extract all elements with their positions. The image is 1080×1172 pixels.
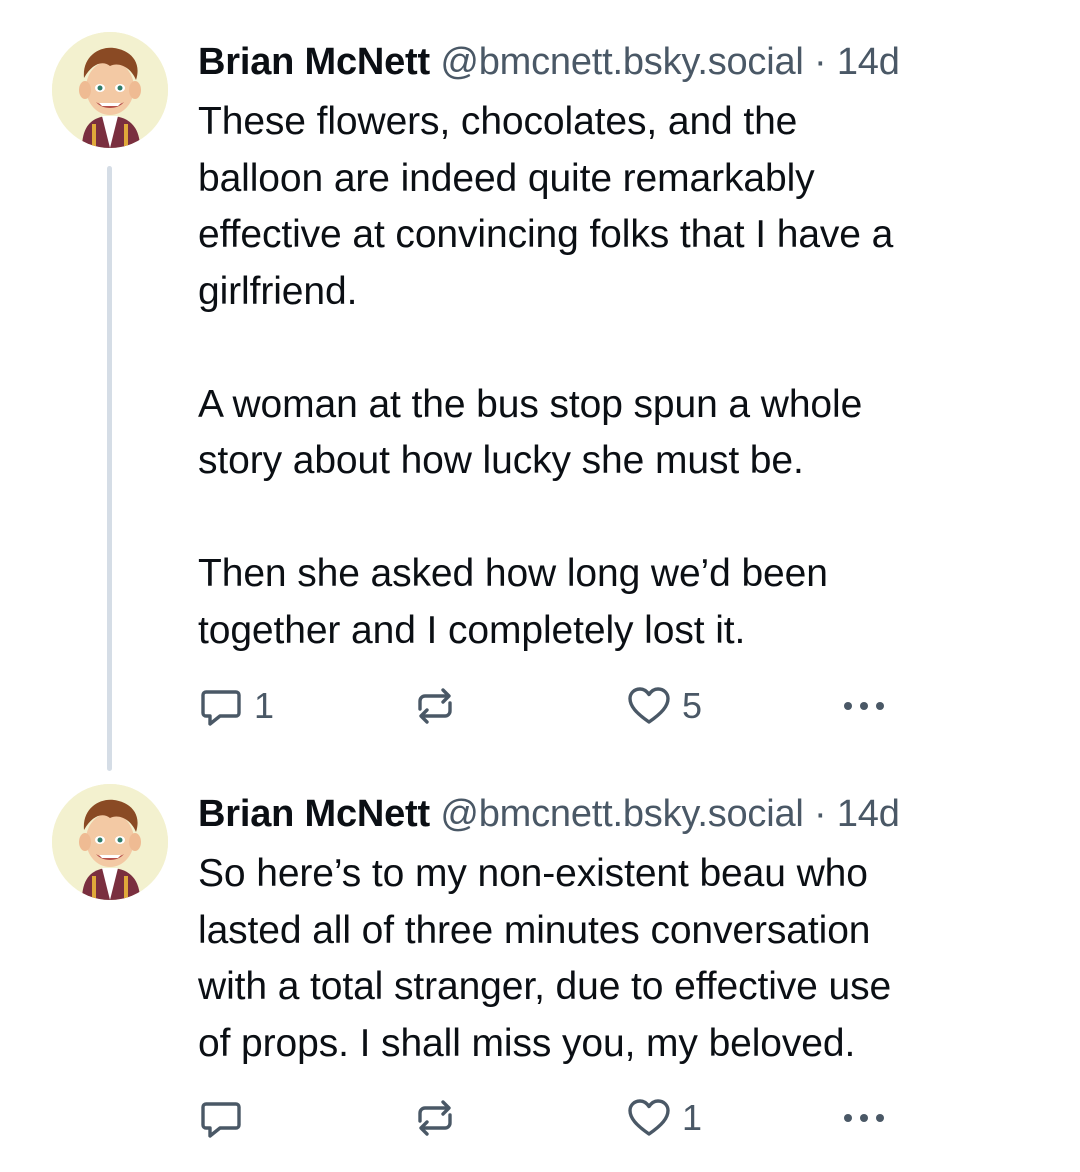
meta-separator: · <box>814 793 827 835</box>
author-handle[interactable]: @bmcnett.bsky.social <box>440 41 804 83</box>
more-options-button[interactable] <box>838 1094 890 1142</box>
repost-icon <box>418 688 452 724</box>
post-text: So here’s to my non-existent beau who la… <box>198 852 892 1065</box>
author-display-name[interactable]: Brian McNett <box>198 41 430 83</box>
reply-button[interactable] <box>198 1094 254 1142</box>
avatar-illustration <box>52 32 168 148</box>
repost-button[interactable] <box>412 682 468 730</box>
avatar-illustration <box>52 784 168 900</box>
more-icon <box>844 1114 884 1122</box>
repost-button[interactable] <box>412 1094 468 1142</box>
reply-count: 1 <box>254 685 275 726</box>
like-count: 5 <box>682 685 703 726</box>
repost-icon <box>418 1100 452 1136</box>
post-actions: 1 <box>198 1094 898 1142</box>
more-options-button[interactable] <box>838 682 890 730</box>
post-timestamp[interactable]: 14d <box>837 41 900 83</box>
thread-connector-line <box>107 166 112 771</box>
post-timestamp[interactable]: 14d <box>837 793 900 835</box>
avatar[interactable] <box>52 32 168 148</box>
avatar[interactable] <box>52 784 168 900</box>
reply-button[interactable]: 1 <box>198 682 274 730</box>
heart-icon <box>628 687 670 724</box>
like-count: 1 <box>682 1097 703 1138</box>
reply-icon <box>201 1102 241 1138</box>
post-content: Brian McNett @bmcnett.bsky.social · 14d … <box>198 790 1058 1072</box>
like-button[interactable]: 5 <box>626 682 702 730</box>
like-button[interactable]: 1 <box>626 1094 702 1142</box>
reply-icon <box>201 690 241 726</box>
more-icon <box>844 702 884 710</box>
author-handle[interactable]: @bmcnett.bsky.social <box>440 793 804 835</box>
post-meta: Brian McNett @bmcnett.bsky.social · 14d <box>198 38 1058 86</box>
author-display-name[interactable]: Brian McNett <box>198 793 430 835</box>
post-meta: Brian McNett @bmcnett.bsky.social · 14d <box>198 790 1058 838</box>
post-actions: 1 5 <box>198 682 898 730</box>
meta-separator: · <box>814 41 827 83</box>
post-content: Brian McNett @bmcnett.bsky.social · 14d … <box>198 38 1058 659</box>
heart-icon <box>628 1099 670 1136</box>
post-text: These flowers, chocolates, and the ballo… <box>198 100 894 652</box>
